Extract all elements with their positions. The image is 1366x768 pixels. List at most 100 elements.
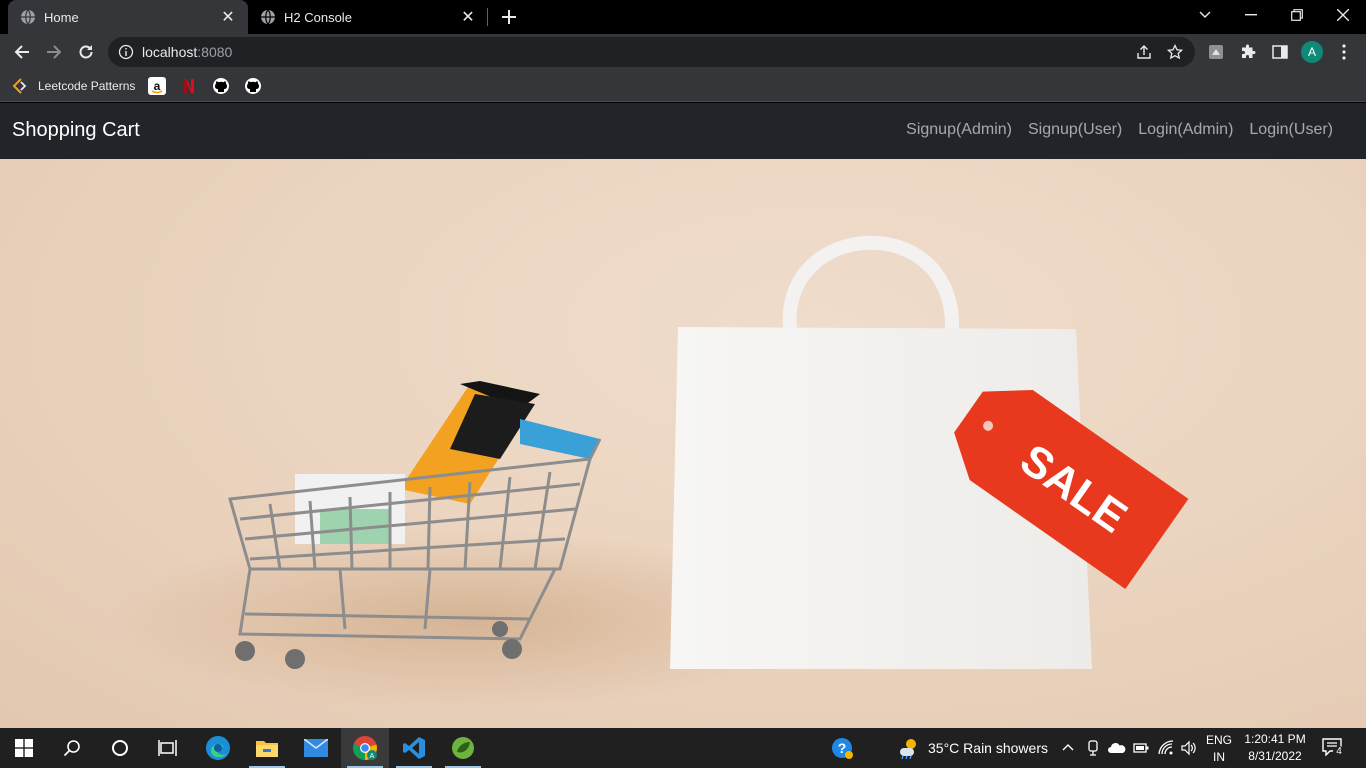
globe-icon [21,9,35,25]
side-panel-button[interactable] [1266,38,1294,66]
task-view-button[interactable] [144,728,192,768]
forward-button[interactable] [40,38,68,66]
netflix-icon [184,79,194,93]
svg-text:?: ? [838,740,847,756]
wifi-icon[interactable] [1158,740,1174,756]
spring-tool-app[interactable] [439,728,487,768]
url-text: localhost:8080 [142,44,232,60]
extension-button[interactable] [1202,38,1230,66]
amazon-icon: a [148,77,166,95]
bookmark-label: Leetcode Patterns [38,79,136,93]
restore-icon [1291,9,1303,21]
nav-links: Signup(Admin) Signup(User) Login(Admin) … [906,121,1333,139]
spring-icon [452,737,474,759]
chevron-down-icon [1199,11,1211,18]
new-tab-button[interactable] [498,6,520,28]
close-icon[interactable]: ✕ [218,7,238,27]
windows-icon [15,739,33,757]
close-icon [1337,9,1349,21]
file-explorer-app[interactable] [243,728,291,768]
tab-h2-console[interactable]: H2 Console ✕ [248,0,488,34]
clock-date[interactable]: 8/31/2022 [1240,749,1310,763]
avatar[interactable]: A [1301,41,1323,63]
tab-search-button[interactable] [1182,0,1228,30]
weather-icon[interactable] [897,737,919,759]
github-icon [245,78,261,94]
chrome-icon: A [353,736,377,760]
notifications-button[interactable]: 4 [1322,738,1345,758]
mail-app[interactable] [292,728,340,768]
weather-text[interactable]: 35°C Rain showers [928,740,1048,756]
battery-icon[interactable] [1133,742,1149,754]
globe-icon [261,9,275,25]
task-view-icon [158,740,177,756]
hero-illustration: SALE [110,235,1189,709]
info-icon[interactable] [118,44,134,60]
chrome-app[interactable]: A [341,728,389,768]
tab-title: Home [44,9,79,25]
brand-link[interactable]: Shopping Cart [12,119,140,142]
volume-icon[interactable] [1181,740,1197,756]
address-bar[interactable]: localhost:8080 [108,37,1195,67]
browser-tab-strip: Home ✕ H2 Console ✕ [0,0,1366,34]
folder-icon [256,741,278,757]
mail-icon [304,739,328,757]
cortana-button[interactable] [96,728,144,768]
close-icon[interactable]: ✕ [458,7,478,27]
bookmark-github-2[interactable] [244,75,262,97]
reload-button[interactable] [72,38,100,66]
plus-icon [502,10,516,24]
bookmark-github-1[interactable] [212,75,230,97]
bookmark-netflix[interactable] [180,75,198,97]
nav-signup-user[interactable]: Signup(User) [1028,121,1122,139]
tab-separator [487,8,488,26]
tab-home[interactable]: Home ✕ [8,0,248,34]
navbar: Shopping Cart Signup(Admin) Signup(User)… [0,103,1366,159]
vscode-icon [403,737,425,759]
search-icon [63,740,80,757]
puzzle-icon [1242,44,1256,58]
arrow-right-icon [47,45,62,59]
clock-time[interactable]: 1:20:41 PM [1240,732,1310,746]
menu-button[interactable] [1330,38,1358,66]
chevron-up-icon[interactable] [1062,742,1074,752]
help-icon: ? [832,738,853,759]
minimize-icon [1245,14,1257,16]
nav-signup-admin[interactable]: Signup(Admin) [906,121,1012,139]
bookmark-amazon[interactable]: a [148,75,166,97]
svg-text:a: a [154,79,161,93]
extensions-button[interactable] [1234,38,1262,66]
tab-title: H2 Console [284,9,352,25]
side-panel-icon [1272,45,1288,59]
notification-count: 4 [1333,746,1345,758]
restore-button[interactable] [1274,0,1320,30]
meet-now-icon[interactable] [1086,740,1100,756]
search-button[interactable] [48,728,96,768]
star-icon[interactable] [1167,44,1183,60]
url-port: :8080 [197,44,233,60]
edge-app[interactable] [194,728,242,768]
help-button[interactable]: ? [818,728,866,768]
web-page: Shopping Cart Signup(Admin) Signup(User)… [0,103,1366,728]
taskbar: A ? 35°C Rain showers ENG IN 1:20:41 PM … [0,728,1366,768]
close-window-button[interactable] [1320,0,1366,30]
nav-login-admin[interactable]: Login(Admin) [1138,121,1233,139]
input-region[interactable]: IN [1203,750,1235,764]
minimize-button[interactable] [1228,0,1274,30]
browser-toolbar: localhost:8080 A [0,34,1366,70]
leetcode-icon [12,78,27,94]
kebab-menu-icon [1342,44,1346,60]
vscode-app[interactable] [390,728,438,768]
back-button[interactable] [8,38,36,66]
share-icon[interactable] [1136,44,1152,60]
hero-image: SALE [0,159,1366,728]
start-button[interactable] [0,728,48,768]
cortana-icon [112,740,128,756]
input-language[interactable]: ENG [1203,733,1235,747]
url-host: localhost [142,44,198,60]
bag-handle [782,235,960,330]
extension-icon [1209,45,1223,59]
onedrive-icon[interactable] [1108,742,1126,754]
nav-login-user[interactable]: Login(User) [1249,121,1333,139]
bookmark-leetcode[interactable]: Leetcode Patterns [12,75,135,97]
